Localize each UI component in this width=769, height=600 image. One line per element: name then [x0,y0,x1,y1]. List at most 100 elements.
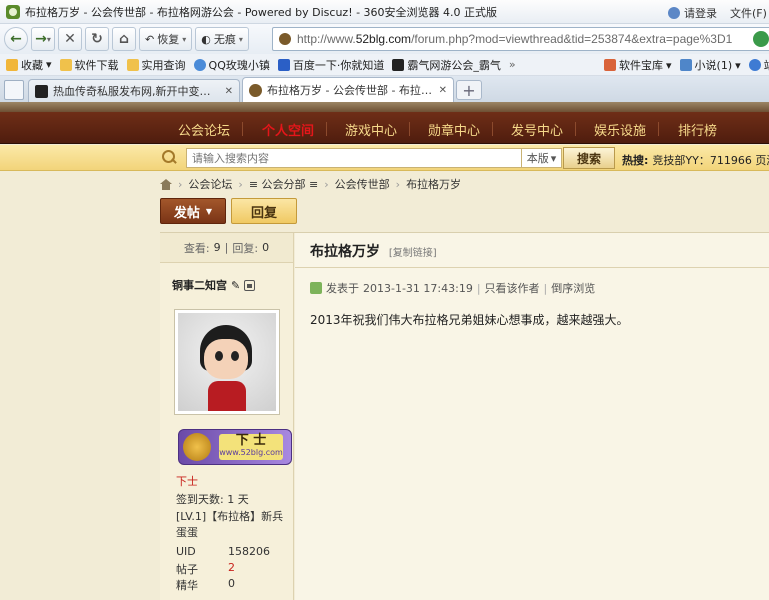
user-icon [668,7,680,19]
browser-logo-icon [6,4,20,19]
thread-title: 布拉格万岁 [复制链接] [310,241,437,261]
nav-medal-center[interactable]: 勋章中心 [428,120,480,139]
avatar-face [204,339,248,379]
no-trace-button[interactable]: ◐ 无痕 ▾ [195,27,249,51]
folder-icon [126,58,139,71]
bookmark-qq-rose[interactable]: QQ玫瑰小镇 [193,57,270,73]
incognito-icon: ◐ [201,32,211,46]
avatar-image [178,313,276,411]
hot-label: 热搜: [622,154,649,167]
chevron-down-icon: ▼ [205,206,213,216]
reverse-order-link[interactable]: 倒序浏览 [551,280,595,296]
nav-rankings[interactable]: 排行榜 [678,120,717,139]
bookmark-novel[interactable]: 小说(1) ▾ [679,57,741,73]
home-icon: ⌂ [118,31,130,47]
online-status-icon [244,279,256,291]
hot-searches: 热搜: 竞技部YY：711966 页游 [622,152,769,168]
no-trace-label: 无痕 [213,33,236,46]
posts-count[interactable]: 2 [228,561,235,577]
bookmark-label: 小说(1) [694,59,733,72]
tab-label: 热血传奇私服发布网,新开中变传奇网... [53,85,220,98]
rank-name: 下士 [176,475,198,488]
close-icon[interactable]: ✕ [225,86,233,97]
close-icon[interactable]: ✕ [439,85,447,96]
breadcrumb-separator: › [238,177,243,191]
login-link[interactable]: 请登录 [668,5,717,21]
replies-count: 0 [262,241,270,254]
breadcrumb-separator: › [395,177,401,191]
search-button[interactable]: 搜索 [563,147,615,169]
web-page: 公会论坛 个人空间 游戏中心 勋章中心 发号中心 娱乐设施 排行榜 本版▾ 搜索… [0,102,769,600]
tab-label: 布拉格万岁 - 公会传世部 - 布拉格网... [267,84,434,97]
stop-button[interactable]: ✕ [58,27,82,51]
chevron-down-icon: ▾ [735,58,741,72]
chevron-down-icon: ▾ [238,34,243,44]
views-count: 9 [213,241,221,254]
only-author-link[interactable]: 只看该作者 [485,280,540,296]
rank-badge-text: 下 士 www.52blg.com [219,434,283,460]
bookmark-baqi[interactable]: 霸气网游公会_霸气 [392,57,501,73]
site-banner [0,102,769,112]
hot-search-link[interactable]: 竞技部YY：711966 页游 [652,154,769,167]
bookmark-app-store[interactable]: 软件宝库 ▾ [604,57,672,73]
essence-count: 0 [228,577,235,590]
avatar-eye [231,351,239,361]
home-button[interactable]: ⌂ [112,27,136,51]
nav-personal-space[interactable]: 个人空间 [262,120,314,139]
breadcrumb-board[interactable]: 公会传世部 [335,176,390,192]
restore-button[interactable]: ↶ 恢复 ▾ [139,27,193,51]
go-icon[interactable] [753,31,769,47]
nav-code-center[interactable]: 发号中心 [511,120,563,139]
new-post-button[interactable]: 发帖 ▼ [160,198,226,224]
tab-legend-private-server[interactable]: 热血传奇私服发布网,新开中变传奇网... ✕ [28,79,240,102]
plus-icon: + [462,80,476,100]
author-name[interactable]: 铜事二知宫 ✎ [172,277,256,293]
tab-bulage-forum[interactable]: 布拉格万岁 - 公会传世部 - 布拉格网... ✕ [242,77,454,102]
nav-entertainment[interactable]: 娱乐设施 [594,120,646,139]
posts-label: 帖子 [176,563,198,576]
bookmark-label: 百度一下·你就知道 [292,58,385,72]
avatar[interactable] [174,309,280,415]
back-button[interactable]: ← [4,27,28,51]
search-scope-select[interactable]: 本版 ▾ [522,148,562,168]
bookmark-webmaster[interactable]: 站长 [748,57,769,73]
app-store-icon [604,59,616,71]
navigation-bar: ← → ▾ ✕ ↻ ⌂ ↶ 恢复 ▾ ◐ 无痕 ▾ http://www.52bl… [0,24,769,54]
rank-badge-site: www.52blg.com [219,448,283,457]
bookmark-lookup[interactable]: 实用查询 [126,57,186,73]
user-level: [LV.1]【布拉格】新兵蛋蛋 [176,510,284,539]
bookmark-baidu[interactable]: 百度一下·你就知道 [277,57,385,73]
rank-badge: 下 士 www.52blg.com [178,429,292,465]
home-icon[interactable] [160,178,172,190]
copy-link-button[interactable]: [复制链接] [389,248,437,259]
bookmark-label: 软件宝库 [619,59,663,72]
bookmark-more[interactable]: » [509,58,524,71]
bookmark-favorites[interactable]: 收藏 ▾ [6,57,52,73]
breadcrumb-forum[interactable]: 公会论坛 [188,176,232,192]
author-panel: 查看: 9 | 回复: 0 铜事二知宫 ✎ 下 士 www.52blg.com … [160,233,294,600]
bookmark-software[interactable]: 软件下载 [59,57,119,73]
s7-icon [392,58,405,71]
forward-button[interactable]: → ▾ [31,27,55,51]
nav-forum[interactable]: 公会论坛 [178,120,230,139]
chevron-down-icon: ▾ [666,58,672,72]
search-input[interactable] [186,148,522,168]
breadcrumb-separator: › [324,177,329,191]
more-chevron-icon: » [508,58,516,71]
reply-button[interactable]: 回复 [231,198,297,224]
uid-row: UID 158206 [176,545,270,558]
nav-separator [242,122,243,136]
forum-main-nav: 公会论坛 个人空间 游戏中心 勋章中心 发号中心 娱乐设施 排行榜 [0,112,769,144]
breadcrumb-branches[interactable]: ≡ 公会分部 ≡ [249,176,318,192]
address-bar[interactable]: http://www.52blg.com/forum.php?mod=viewt… [272,27,769,51]
bookmark-label: 收藏 [21,58,43,72]
avatar-body [208,381,246,411]
refresh-button[interactable]: ↻ [85,27,109,51]
nav-separator [658,122,659,136]
tab-list-button[interactable] [4,80,24,100]
new-tab-button[interactable]: + [456,80,482,100]
file-menu[interactable]: 文件(F) [730,5,767,21]
nav-game-center[interactable]: 游戏中心 [345,120,397,139]
posted-time: 2013-1-31 17:43:19 [363,281,473,295]
folder-icon [59,58,72,71]
